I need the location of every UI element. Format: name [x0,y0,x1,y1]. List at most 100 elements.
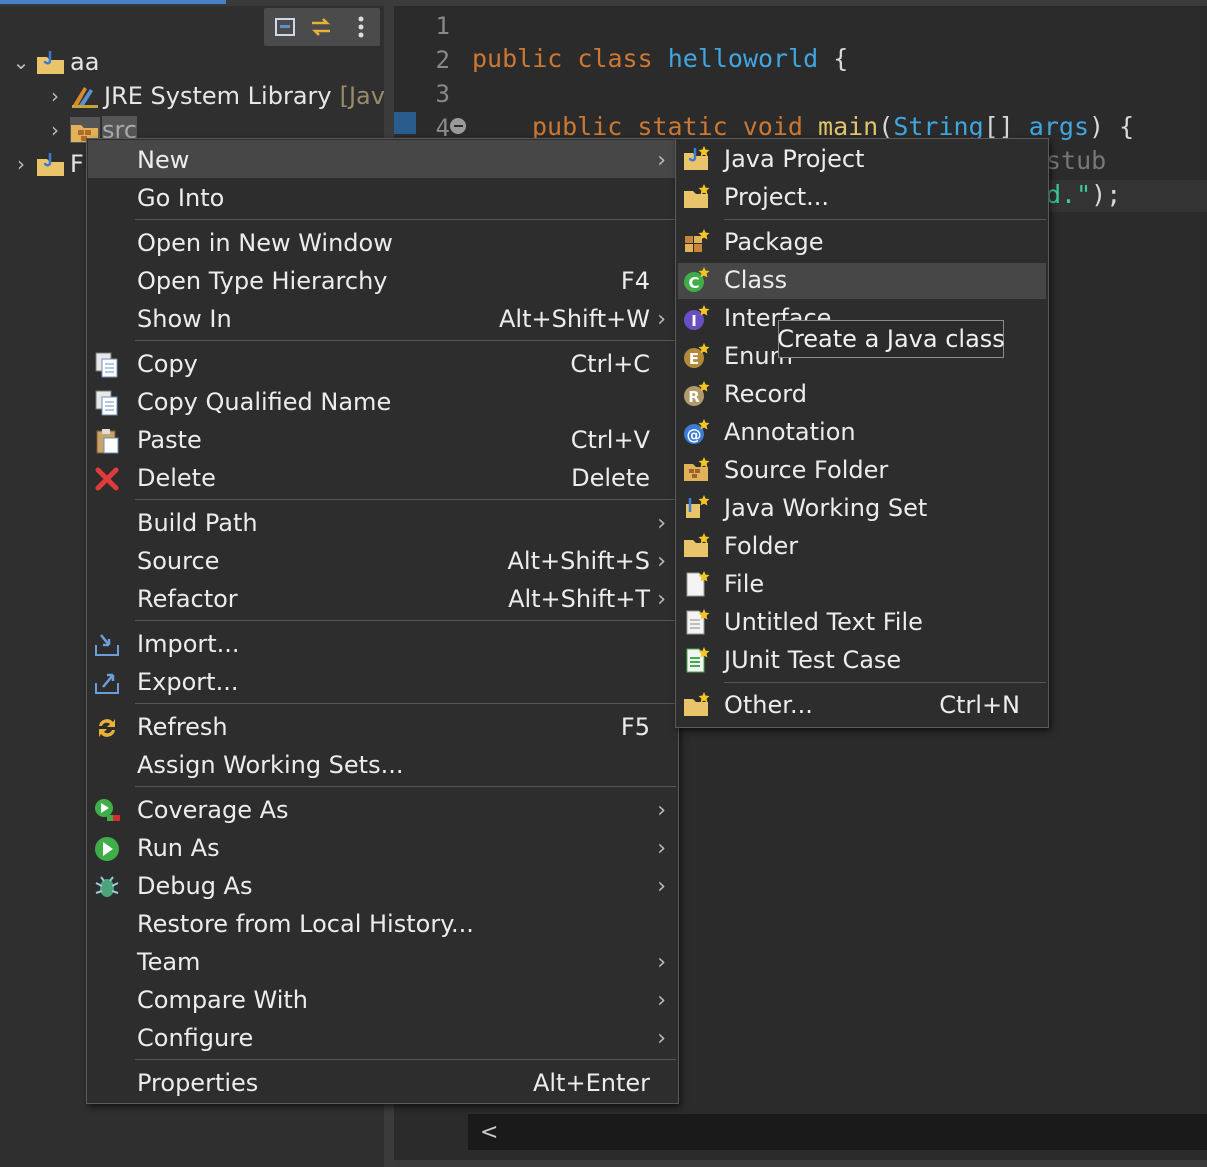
java-project-icon [36,151,66,177]
menu-item-restore-from-local-history[interactable]: Restore from Local History... [87,905,678,943]
tooltip: Create a Java class [777,320,1005,358]
line-number: 3 [435,80,450,108]
line-number: 2 [435,46,450,74]
menu-item-shortcut: Alt+Enter [532,1069,650,1097]
menu-item-compare-with[interactable]: Compare With › [87,981,678,1019]
menu-item-shortcut: F4 [620,267,650,295]
menu-item-open-type-hierarchy[interactable]: Open Type Hierarchy F4 [87,262,678,300]
submenu-item-source-folder[interactable]: Source Folder [676,452,1048,488]
svg-text:C: C [688,274,699,292]
submenu-item-label: Folder [724,532,799,560]
menu-item-shortcut: Ctrl+V [570,426,650,454]
menu-item-go-into[interactable]: Go Into [87,179,678,217]
submenu-item-label: Project... [724,183,829,211]
scroll-left-arrow[interactable]: < [480,1120,498,1145]
menu-separator [135,620,676,621]
menu-item-export[interactable]: Export... [87,663,678,701]
submenu-item-untitled-text-file[interactable]: Untitled Text File [676,604,1048,640]
menu-item-copy[interactable]: Copy Ctrl+C [87,345,678,383]
code-line-5: stub [1046,146,1107,175]
menu-item-source[interactable]: Source Alt+Shift+S › [87,542,678,580]
submenu-item-record[interactable]: R Record [676,376,1048,412]
chevron-right-icon[interactable]: › [46,84,64,108]
menu-item-build-path[interactable]: Build Path › [87,504,678,542]
submenu-arrow-icon: › [657,147,666,173]
submenu-item-package[interactable]: Package [676,224,1048,260]
explorer-tab-bar [0,0,384,6]
submenu-item-folder[interactable]: Folder [676,528,1048,564]
menu-item-label: Compare With [137,986,308,1014]
run-icon [93,835,121,863]
menu-item-label: Import... [137,630,240,658]
tree-item-jre[interactable]: › JRE System Library [Java [46,79,400,113]
horizontal-scrollbar[interactable] [468,1114,1207,1150]
submenu-arrow-icon: › [657,586,666,612]
menu-separator [724,219,1046,220]
menu-separator [135,219,676,220]
menu-item-configure[interactable]: Configure › [87,1019,678,1057]
tree-item-f[interactable]: › F [12,147,84,181]
menu-item-shortcut: F5 [620,713,650,741]
menu-item-shortcut: Alt+Shift+T [508,585,650,613]
submenu-item-label: Other... [724,691,813,719]
package-icon [682,228,710,256]
menu-item-import[interactable]: Import... [87,625,678,663]
library-icon [70,83,100,109]
menu-item-assign-working-sets[interactable]: Assign Working Sets... [87,746,678,784]
menu-item-shortcut: Ctrl+C [570,350,650,378]
chevron-down-icon[interactable]: ⌄ [12,50,30,74]
breakpoint-marker-icon[interactable] [394,112,416,134]
other-icon [682,691,710,719]
menu-item-debug-as[interactable]: Debug As › [87,867,678,905]
submenu-arrow-icon: › [657,835,666,861]
menu-item-delete[interactable]: Delete Delete [87,459,678,497]
menu-item-label: Copy [137,350,198,378]
line-number: 1 [435,12,450,40]
menu-item-label: Coverage As [137,796,289,824]
menu-item-refresh[interactable]: Refresh F5 [87,708,678,746]
chevron-right-icon[interactable]: › [12,152,30,176]
menu-item-copy-qualified-name[interactable]: Copy Qualified Name [87,383,678,421]
code-line-4: public static void main(String[] args) { [532,112,1135,141]
link-with-editor-icon[interactable] [308,14,334,40]
fold-minus-icon[interactable] [450,118,466,134]
menu-item-label: Assign Working Sets... [137,751,404,779]
menu-item-label: Source [137,547,220,575]
submenu-item-class[interactable]: C Class [676,262,1048,298]
submenu-item-junit-test-case[interactable]: JUnit Test Case [676,642,1048,678]
svg-text:E: E [689,350,699,368]
menu-item-label: Debug As [137,872,253,900]
menu-item-run-as[interactable]: Run As › [87,829,678,867]
menu-item-new[interactable]: New › [87,141,678,179]
menu-item-show-in[interactable]: Show In Alt+Shift+W › [87,300,678,338]
submenu-item-file[interactable]: File [676,566,1048,602]
menu-separator [724,682,1046,683]
menu-item-shortcut: Alt+Shift+W [499,305,650,333]
submenu-item-other[interactable]: Other... Ctrl+N [676,687,1048,723]
submenu-item-java-project[interactable]: Java Project [676,141,1048,177]
menu-item-coverage-as[interactable]: Coverage As › [87,791,678,829]
submenu-arrow-icon: › [657,1025,666,1051]
menu-item-open-in-new-window[interactable]: Open in New Window [87,224,678,262]
menu-item-label: Properties [137,1069,259,1097]
chevron-right-icon[interactable]: › [46,118,64,142]
view-menu-icon[interactable] [348,14,374,40]
tree-item-aa[interactable]: ⌄ aa [12,45,100,79]
paste-icon [93,427,121,455]
menu-item-paste[interactable]: Paste Ctrl+V [87,421,678,459]
interface-icon: I [682,304,710,332]
enum-icon: E [682,342,710,370]
source-folder-icon [682,456,710,484]
submenu-item-label: Source Folder [724,456,889,484]
menu-item-team[interactable]: Team › [87,943,678,981]
collapse-all-icon[interactable] [272,14,298,40]
menu-item-refactor[interactable]: Refactor Alt+Shift+T › [87,580,678,618]
menu-item-label: Open Type Hierarchy [137,267,388,295]
submenu-item-label: Untitled Text File [724,608,923,636]
menu-item-properties[interactable]: Properties Alt+Enter [87,1064,678,1102]
submenu-item-annotation[interactable]: @ Annotation [676,414,1048,450]
submenu-item-java-working-set[interactable]: Java Working Set [676,490,1048,526]
submenu-arrow-icon: › [657,987,666,1013]
submenu-item-project[interactable]: Project... [676,179,1048,215]
coverage-icon [93,797,121,825]
